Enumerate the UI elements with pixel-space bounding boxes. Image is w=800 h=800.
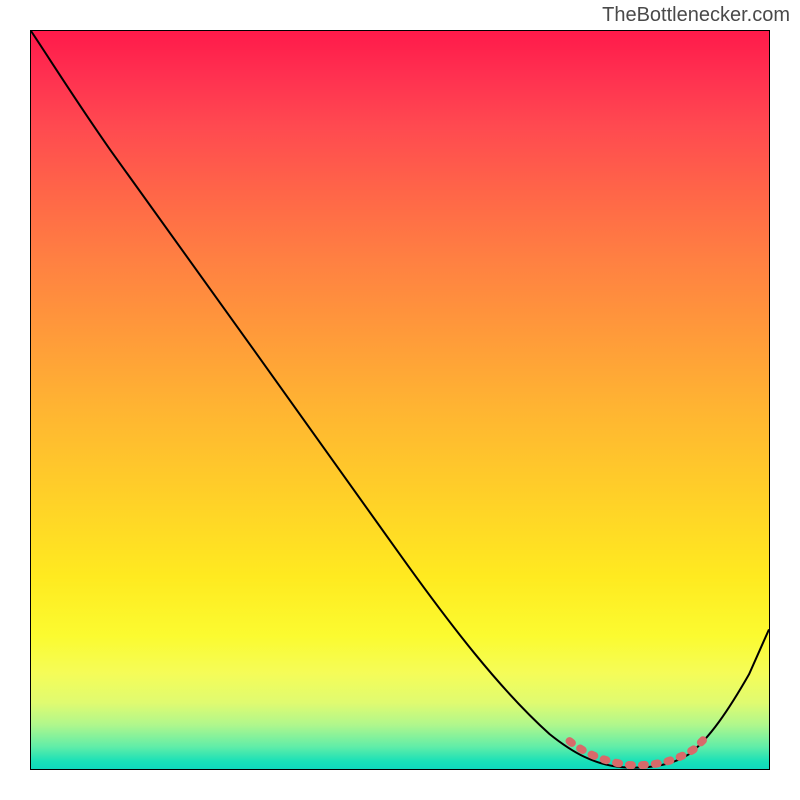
chart-area — [30, 30, 770, 770]
watermark-text: TheBottlenecker.com — [602, 4, 790, 27]
bottleneck-curve-path — [31, 31, 769, 768]
chart-svg — [31, 31, 769, 769]
